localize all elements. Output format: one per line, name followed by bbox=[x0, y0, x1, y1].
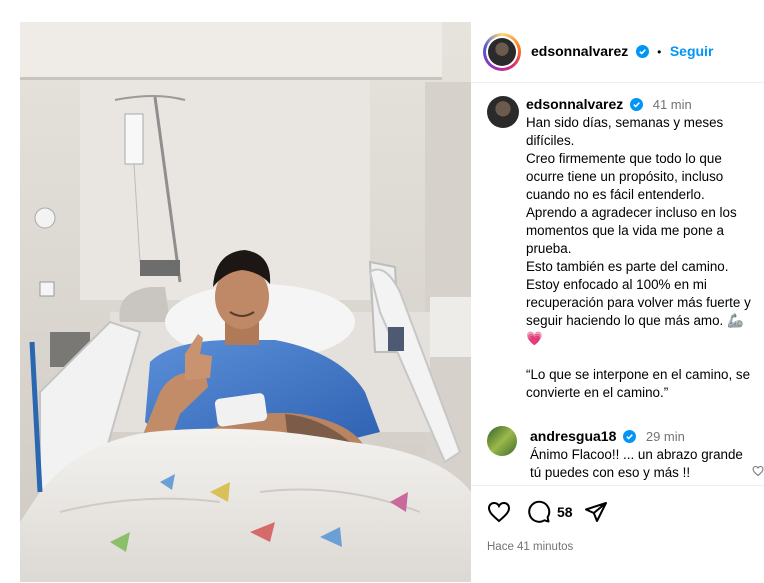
commenter-avatar[interactable] bbox=[487, 426, 517, 456]
caption-avatar[interactable] bbox=[487, 96, 519, 128]
post-photo[interactable] bbox=[20, 22, 471, 582]
comment-like-icon[interactable] bbox=[752, 464, 764, 482]
comment-text: Ánimo Flacoo!! ... un abrazo grande tú p… bbox=[530, 447, 743, 480]
share-icon[interactable] bbox=[584, 500, 608, 529]
posted-ago[interactable]: Hace 41 minutos bbox=[487, 541, 573, 553]
post-header: edsonnalvarez • Seguir bbox=[471, 22, 764, 83]
action-bar: 58 Hace 41 minutos bbox=[471, 485, 764, 583]
verified-badge-icon bbox=[635, 45, 649, 58]
author-avatar[interactable] bbox=[483, 33, 521, 71]
commenter-username[interactable]: andresgua18 bbox=[530, 428, 616, 444]
verified-badge-icon bbox=[623, 430, 637, 443]
comment-item: andresgua18 29 min Ánimo Flacoo!! ... un… bbox=[487, 424, 764, 486]
caption-text: Han sido días, semanas y meses difíciles… bbox=[526, 115, 751, 400]
like-heart-icon[interactable] bbox=[487, 500, 511, 529]
separator-dot: • bbox=[657, 45, 662, 59]
post-side-panel: edsonnalvarez • Seguir edsonnalvarez 41 … bbox=[471, 22, 764, 582]
caption-time[interactable]: 41 min bbox=[653, 97, 692, 112]
comment-time[interactable]: 29 min bbox=[646, 429, 685, 444]
follow-button[interactable]: Seguir bbox=[670, 43, 714, 59]
verified-badge-icon bbox=[630, 98, 643, 111]
hospital-bed-photo bbox=[20, 22, 471, 582]
caption-username[interactable]: edsonnalvarez bbox=[526, 96, 623, 112]
comments-count: 58 bbox=[557, 504, 573, 520]
comment-icon[interactable] bbox=[527, 500, 551, 529]
author-username[interactable]: edsonnalvarez bbox=[531, 43, 628, 59]
